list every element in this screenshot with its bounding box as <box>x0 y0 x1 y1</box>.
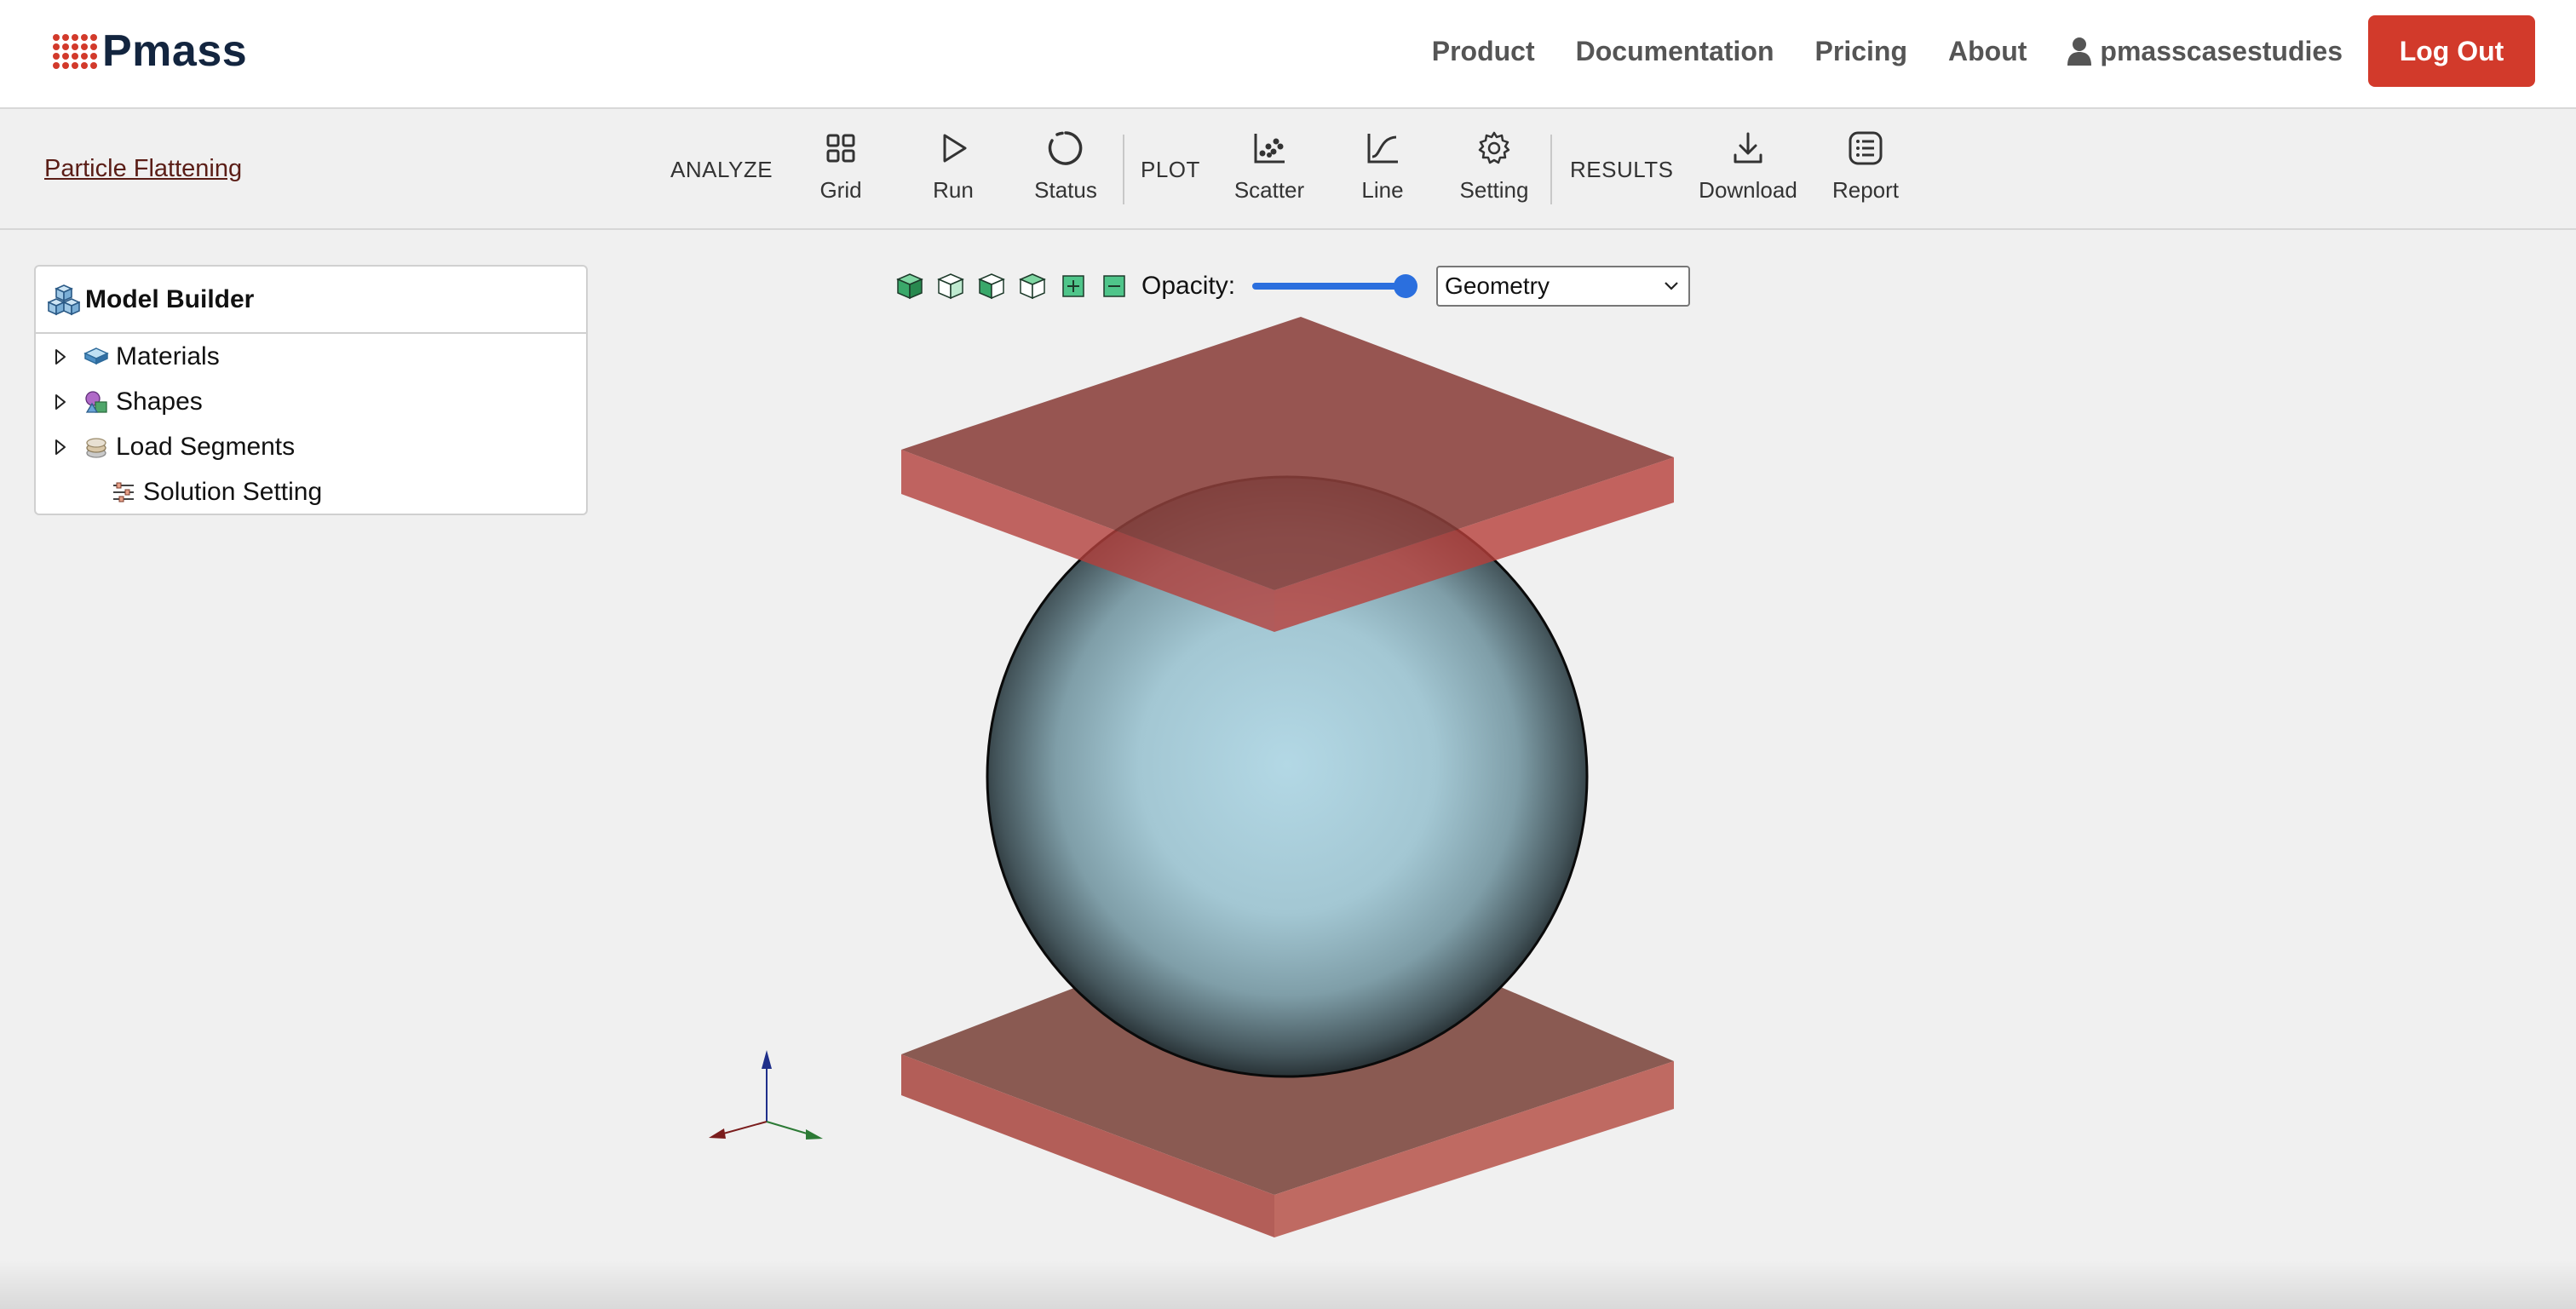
brand-logo[interactable]: Pmass <box>53 26 248 76</box>
report-button-label: Report <box>1831 177 1900 203</box>
zoom-out-icon[interactable] <box>1099 271 1130 301</box>
download-icon <box>1734 132 1762 164</box>
username: pmasscasestudies <box>2100 35 2343 66</box>
scatter-icon <box>1254 134 1285 164</box>
nav-link-documentation[interactable]: Documentation <box>1576 36 1774 67</box>
load-segments-icon <box>82 435 111 459</box>
opacity-slider-track <box>1252 283 1413 290</box>
tree-item-label: Solution Setting <box>143 477 323 506</box>
opacity-slider-thumb[interactable] <box>1394 274 1418 298</box>
tree-item-solution-setting[interactable]: Solution Setting <box>36 469 586 514</box>
opacity-slider[interactable] <box>1247 271 1418 301</box>
report-list-icon <box>1849 131 1883 165</box>
model-builder-title: Model Builder <box>85 284 255 313</box>
report-button[interactable]: Report <box>1814 129 1917 215</box>
display-mode-select[interactable]: Geometry <box>1436 266 1691 307</box>
nav-links: Product Documentation Pricing About pmas… <box>1391 15 2535 87</box>
line-chart-icon <box>1367 134 1398 164</box>
display-mode-value: Geometry <box>1445 273 1550 299</box>
status-button-label: Status <box>1034 177 1097 203</box>
logout-button[interactable]: Log Out <box>2368 15 2535 87</box>
toolbar-divider <box>1550 135 1552 204</box>
tree-item-label: Materials <box>116 342 220 370</box>
download-button-label: Download <box>1699 177 1797 203</box>
results-group-label: RESULTS <box>1570 157 1674 182</box>
solution-setting-icon <box>109 481 138 503</box>
scatter-button[interactable]: Scatter <box>1218 129 1320 215</box>
nav-link-about[interactable]: About <box>1948 36 2027 67</box>
tree-item-label: Shapes <box>116 387 203 416</box>
grid-button[interactable]: Grid <box>790 129 892 215</box>
expand-caret-icon[interactable] <box>51 438 70 456</box>
view-front-cube-icon[interactable] <box>935 271 966 301</box>
expand-caret-icon[interactable] <box>51 393 70 411</box>
top-plate[interactable] <box>901 317 1674 632</box>
expand-caret-icon[interactable] <box>51 347 70 366</box>
line-button-label: Line <box>1361 177 1404 203</box>
zoom-in-icon[interactable] <box>1058 271 1089 301</box>
setting-button-label: Setting <box>1459 177 1529 203</box>
tree-item-load-segments[interactable]: Load Segments <box>36 424 586 469</box>
axes-triad-icon[interactable] <box>699 1043 835 1154</box>
user-account[interactable]: pmasscasestudies <box>2067 36 2343 67</box>
play-icon <box>943 134 967 163</box>
user-icon <box>2067 37 2092 66</box>
logo-dots-icon <box>53 33 97 69</box>
toolbar: Particle Flattening ANALYZE Grid Run Sta… <box>0 109 2576 230</box>
project-link[interactable]: Particle Flattening <box>44 155 242 183</box>
view-left-cube-icon[interactable] <box>976 271 1007 301</box>
status-icon <box>1048 131 1083 165</box>
view-iso-filled-cube-icon[interactable] <box>894 271 925 301</box>
model-builder-icon <box>48 284 80 315</box>
analyze-group-label: ANALYZE <box>670 157 773 182</box>
toolbar-divider <box>1123 135 1124 204</box>
scatter-button-label: Scatter <box>1233 177 1305 203</box>
model-builder-panel: Model Builder Materials Shapes Load Segm… <box>34 265 588 515</box>
viewport-bottom-edge <box>0 1260 2576 1309</box>
viewer-controls: Opacity: Geometry <box>894 264 1691 308</box>
shapes-icon <box>82 390 111 414</box>
tree-item-label: Load Segments <box>116 432 296 461</box>
status-button[interactable]: Status <box>1015 129 1117 215</box>
line-button[interactable]: Line <box>1331 129 1434 215</box>
top-navbar: Pmass Product Documentation Pricing Abou… <box>0 0 2576 109</box>
gear-icon <box>1478 131 1510 164</box>
chevron-down-icon <box>1665 282 1678 290</box>
run-button[interactable]: Run <box>902 129 1004 215</box>
materials-icon <box>82 346 111 368</box>
tree-item-materials[interactable]: Materials <box>36 334 586 379</box>
nav-link-product[interactable]: Product <box>1432 36 1535 67</box>
model-builder-header: Model Builder <box>36 267 586 334</box>
logo-text: Pmass <box>102 26 248 76</box>
view-top-cube-icon[interactable] <box>1017 271 1048 301</box>
grid-icon <box>826 134 855 163</box>
run-button-label: Run <box>933 177 974 203</box>
nav-link-pricing[interactable]: Pricing <box>1815 36 1907 67</box>
grid-button-label: Grid <box>819 177 862 203</box>
tree-item-shapes[interactable]: Shapes <box>36 379 586 424</box>
opacity-label: Opacity: <box>1141 272 1236 300</box>
setting-button[interactable]: Setting <box>1443 129 1545 215</box>
download-button[interactable]: Download <box>1697 129 1799 215</box>
plot-group-label: PLOT <box>1141 157 1200 182</box>
